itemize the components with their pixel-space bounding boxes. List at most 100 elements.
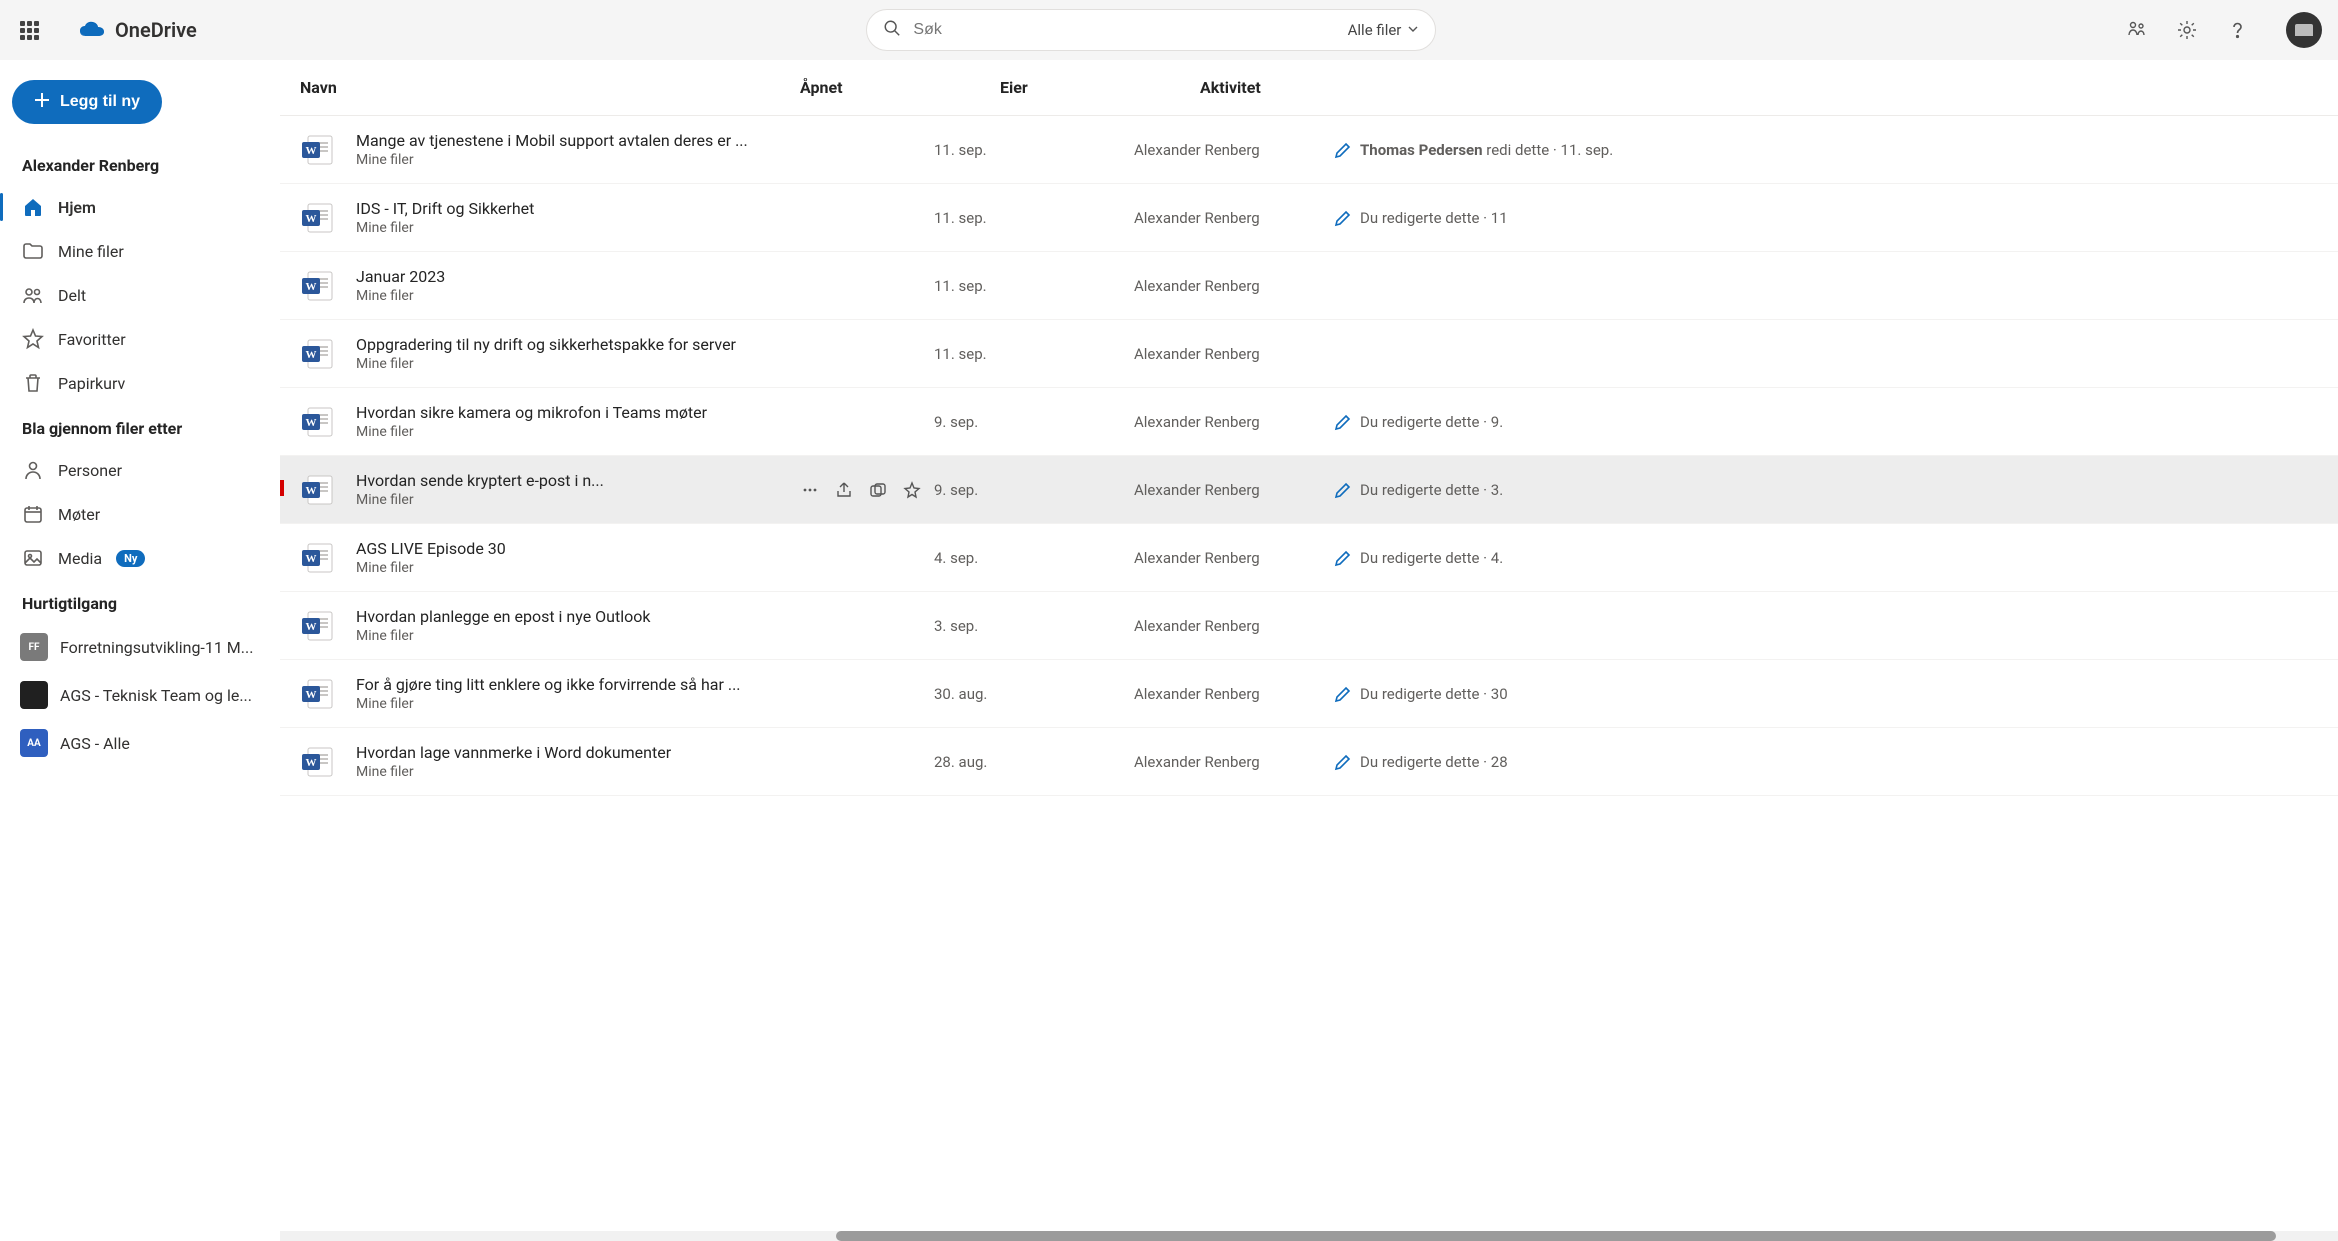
star-icon[interactable] xyxy=(902,480,922,500)
link-icon[interactable] xyxy=(868,276,888,296)
share-icon[interactable] xyxy=(834,752,854,772)
share-icon[interactable] xyxy=(834,140,854,160)
star-icon[interactable] xyxy=(902,548,922,568)
quick-access-item[interactable]: AGS - Teknisk Team og le... xyxy=(12,671,268,719)
column-activity[interactable]: Aktivitet xyxy=(1200,78,2318,97)
teams-icon[interactable] xyxy=(2126,19,2148,41)
activity-cell: Du redigerte dette · 4. xyxy=(1334,549,2318,567)
star-icon[interactable] xyxy=(902,276,922,296)
svg-text:W: W xyxy=(306,621,317,633)
quick-access-item[interactable]: AAAGS - Alle xyxy=(12,719,268,767)
column-opened[interactable]: Åpnet xyxy=(800,78,1000,97)
file-row[interactable]: WMange av tjenestene i Mobil support avt… xyxy=(280,116,2338,184)
more-icon[interactable] xyxy=(800,140,820,160)
nav-folder[interactable]: Mine filer xyxy=(12,229,268,273)
add-new-button[interactable]: Legg til ny xyxy=(12,80,162,124)
share-icon[interactable] xyxy=(834,480,854,500)
link-icon[interactable] xyxy=(868,140,888,160)
help-icon[interactable] xyxy=(2226,19,2248,41)
share-icon[interactable] xyxy=(834,412,854,432)
nav-home[interactable]: Hjem xyxy=(12,185,268,229)
link-icon[interactable] xyxy=(868,208,888,228)
star-icon[interactable] xyxy=(902,616,922,636)
new-badge: Ny xyxy=(116,550,145,567)
share-icon[interactable] xyxy=(834,208,854,228)
browse-image[interactable]: MediaNy xyxy=(12,536,268,580)
browse-person[interactable]: Personer xyxy=(12,448,268,492)
more-icon[interactable] xyxy=(800,684,820,704)
horizontal-scrollbar[interactable] xyxy=(280,1231,2338,1241)
activity-text: Du redigerte dette · 9. xyxy=(1360,413,1503,431)
file-location: Mine filer xyxy=(356,764,800,780)
share-icon[interactable] xyxy=(834,548,854,568)
pointer-arrow-icon xyxy=(280,466,284,514)
more-icon[interactable] xyxy=(800,480,820,500)
nav-star[interactable]: Favoritter xyxy=(12,317,268,361)
search-icon xyxy=(883,19,901,41)
owner-name: Alexander Renberg xyxy=(1134,277,1334,295)
quick-section-label: Hurtigtilgang xyxy=(12,582,268,621)
link-icon[interactable] xyxy=(868,548,888,568)
more-icon[interactable] xyxy=(800,344,820,364)
more-icon[interactable] xyxy=(800,276,820,296)
onedrive-cloud-icon xyxy=(79,21,105,39)
file-row[interactable]: WJanuar 2023Mine filer 11. sep.Alexander… xyxy=(280,252,2338,320)
file-location: Mine filer xyxy=(356,492,800,508)
file-row[interactable]: WHvordan planlegge en epost i nye Outloo… xyxy=(280,592,2338,660)
file-row[interactable]: WOppgradering til ny drift og sikkerhets… xyxy=(280,320,2338,388)
file-row[interactable]: WAGS LIVE Episode 30Mine filer 4. sep.Al… xyxy=(280,524,2338,592)
link-icon[interactable] xyxy=(868,616,888,636)
link-icon[interactable] xyxy=(868,344,888,364)
activity-text: Du redigerte dette · 3. xyxy=(1360,481,1503,499)
file-row[interactable]: WHvordan lage vannmerke i Word dokumente… xyxy=(280,728,2338,796)
star-icon[interactable] xyxy=(902,344,922,364)
star-icon[interactable] xyxy=(902,684,922,704)
link-icon[interactable] xyxy=(868,480,888,500)
app-launcher-icon[interactable] xyxy=(16,17,43,44)
star-icon[interactable] xyxy=(902,412,922,432)
file-row[interactable]: WHvordan sende kryptert e-post i n...Min… xyxy=(280,456,2338,524)
column-name[interactable]: Navn xyxy=(300,78,800,97)
activity-text: Du redigerte dette · 11 xyxy=(1360,209,1508,227)
browse-calendar[interactable]: Møter xyxy=(12,492,268,536)
file-row[interactable]: WHvordan sikre kamera og mikrofon i Team… xyxy=(280,388,2338,456)
link-icon[interactable] xyxy=(868,412,888,432)
search-scope[interactable]: Alle filer xyxy=(1348,21,1420,39)
nav-trash[interactable]: Papirkurv xyxy=(12,361,268,405)
file-location: Mine filer xyxy=(356,424,800,440)
file-row[interactable]: WFor å gjøre ting litt enklere og ikke f… xyxy=(280,660,2338,728)
share-icon[interactable] xyxy=(834,616,854,636)
browse-section-label: Bla gjennom filer etter xyxy=(12,407,268,446)
link-icon[interactable] xyxy=(868,752,888,772)
more-icon[interactable] xyxy=(800,548,820,568)
file-row[interactable]: WIDS - IT, Drift og SikkerhetMine filer … xyxy=(280,184,2338,252)
quick-label: AGS - Teknisk Team og le... xyxy=(60,686,260,705)
nav-shared[interactable]: Delt xyxy=(12,273,268,317)
share-icon[interactable] xyxy=(834,344,854,364)
more-icon[interactable] xyxy=(800,752,820,772)
activity-cell: Thomas Pedersen redi dette · 11. sep. xyxy=(1334,141,2318,159)
svg-text:W: W xyxy=(306,689,317,701)
search-box[interactable]: Alle filer xyxy=(866,9,1436,51)
group-icon: AA xyxy=(20,729,48,757)
activity-cell: Du redigerte dette · 28 xyxy=(1334,753,2318,771)
link-icon[interactable] xyxy=(868,684,888,704)
share-icon[interactable] xyxy=(834,276,854,296)
activity-cell: Du redigerte dette · 11 xyxy=(1334,209,2318,227)
star-icon[interactable] xyxy=(902,208,922,228)
settings-icon[interactable] xyxy=(2176,19,2198,41)
star-icon[interactable] xyxy=(902,752,922,772)
user-avatar[interactable] xyxy=(2286,12,2322,48)
search-input[interactable] xyxy=(913,21,1335,39)
more-icon[interactable] xyxy=(800,208,820,228)
quick-access-item[interactable]: FFForretningsutvikling-11 M... xyxy=(12,623,268,671)
column-owner[interactable]: Eier xyxy=(1000,78,1200,97)
more-icon[interactable] xyxy=(800,412,820,432)
more-icon[interactable] xyxy=(800,616,820,636)
trash-icon xyxy=(22,372,44,394)
opened-date: 28. aug. xyxy=(934,753,1134,771)
share-icon[interactable] xyxy=(834,684,854,704)
brand[interactable]: OneDrive xyxy=(79,18,197,42)
star-icon[interactable] xyxy=(902,140,922,160)
svg-text:W: W xyxy=(306,553,317,565)
